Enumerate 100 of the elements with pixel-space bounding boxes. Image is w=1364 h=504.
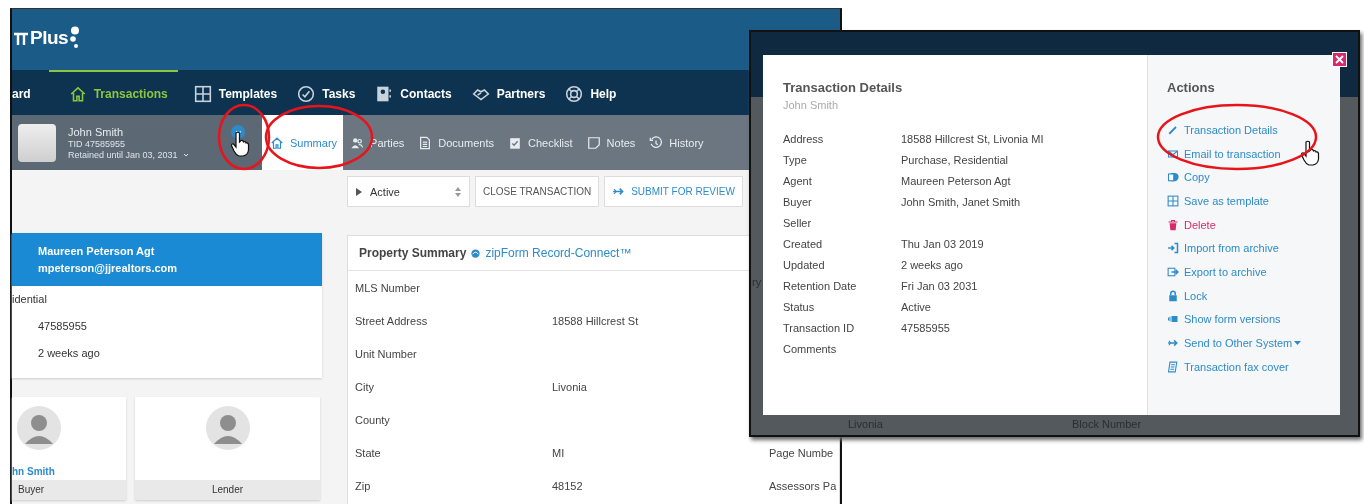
close-button[interactable]: CLOSE TRANSACTION [475,176,600,207]
bubbles-icon [70,25,81,50]
field-value: 2 weeks ago [37,346,101,361]
grid-icon [1167,194,1179,207]
detail-label: Seller [783,216,813,229]
detail-label: Created [783,237,824,250]
action-link[interactable]: Transaction fax cover [1167,354,1340,379]
lifebuoy-icon [565,84,584,103]
detail-label: Address [783,132,825,145]
send-icon [612,185,626,198]
lock-icon [1167,289,1179,302]
field-label: Assessors Pa [769,479,837,492]
nav-item[interactable]: Templates [189,70,282,115]
field-value: 47585955 [37,319,88,334]
nav-item[interactable]: Contacts [371,70,456,115]
close-icon [1335,55,1344,64]
actions-title: Actions [1167,80,1216,95]
card-title: Property Summary [359,246,467,260]
detail-label: Agent [783,174,813,187]
detail-label: Transaction ID [783,321,856,334]
pencil-icon [1167,123,1179,136]
field-label: MLS Number [355,281,421,294]
nav-item[interactable]: Help [561,70,621,115]
house-icon [270,135,284,150]
submit-button[interactable]: SUBMIT FOR REVIEW [604,176,743,207]
detail-value: Active [901,300,931,313]
logo-text: Plus [30,26,69,49]
detail-label: Type [783,153,808,166]
record-thumbnail [18,123,56,162]
document-icon [418,135,433,150]
grid-icon [193,84,212,103]
action-link[interactable]: Save as template [1167,189,1340,213]
field-label: Zip [355,479,372,492]
avatar-silhouette-icon [17,406,61,450]
people-icon [350,135,365,150]
fax-icon [1167,360,1179,373]
detail-label: Updated [783,258,826,271]
export-icon [1167,265,1179,278]
modal-title: Transaction Details [783,80,904,95]
play-icon [356,187,362,196]
up-down-icon [455,186,461,197]
action-link[interactable]: Export to archive [1167,260,1340,284]
detail-value: 18588 Hillcrest St, Livonia MI [901,132,1044,145]
action-link[interactable]: Send to Other System [1167,331,1340,355]
field-label: Street Address [355,314,429,327]
detail-label: Comments [783,342,838,355]
party-role: Buyer [12,480,126,500]
action-link[interactable]: Delete [1167,212,1340,237]
history-icon [649,135,664,150]
action-link[interactable]: Lock [1167,283,1340,308]
pointer-cursor-icon [230,131,250,157]
detail-value: 2 weeks ago [901,258,963,271]
status-select[interactable]: Active [347,176,470,207]
agent-email: mpeterson@jjrealtors.com [38,262,179,274]
tab[interactable]: Notes [579,115,643,170]
tab[interactable]: Summary [262,115,344,170]
nav-item[interactable]: Tasks [293,70,360,115]
avatar-silhouette-icon [205,406,250,450]
detail-value: Maureen Peterson Agt [901,174,1011,187]
field-label: County [355,413,391,426]
record-id: TID 47585955 [68,138,127,149]
record-connect-link[interactable]: zipForm Record-Connect™ [485,246,632,260]
retention-text: Retained until Jan 03, 2031 [68,149,178,160]
tab[interactable]: Documents [411,115,501,170]
tab[interactable]: Checklist [500,115,580,170]
field-value: 18588 Hillcrest St [552,314,639,327]
detail-label: Retention Date [783,279,858,292]
nav-item[interactable]: ard [12,70,35,115]
record-name: John Smith [68,125,125,138]
modal-subtitle: John Smith [783,99,840,111]
action-link[interactable]: Show form versions [1167,307,1340,332]
action-link[interactable]: Transaction Details [1167,118,1340,142]
field-label: State [355,446,382,459]
swirl-icon [470,247,482,259]
contact-card-icon [375,84,394,103]
field-label: idential [12,292,48,307]
agent-name: Maureen Peterson Agt [38,245,156,257]
party-role: Lender [135,480,320,500]
field-value: MI [552,446,565,459]
field-label: Page Numbe [769,446,834,459]
clipboard-icon [507,135,522,150]
action-link[interactable]: Import from archive [1167,236,1340,261]
trash-icon [1167,218,1179,231]
detail-label: Buyer [783,195,813,208]
tab[interactable]: History [642,115,711,170]
house-icon [68,84,87,103]
field-value: Livonia [552,380,587,393]
detail-value: 47585955 [901,321,950,334]
detail-value: Purchase, Residential [901,153,1008,166]
nav-item[interactable]: Partners [467,70,550,115]
party-name[interactable]: hn Smith [12,466,55,479]
detail-value: Thu Jan 03 2019 [901,237,984,250]
copy-icon [1167,171,1179,184]
detail-label: Status [783,300,816,313]
field-label: City [355,380,375,393]
action-link[interactable]: Copy [1167,165,1340,190]
close-button[interactable] [1332,52,1347,67]
field-value: 48152 [552,479,583,492]
pointer-cursor-icon [1300,140,1320,166]
action-link[interactable]: Email to transaction [1167,141,1340,166]
